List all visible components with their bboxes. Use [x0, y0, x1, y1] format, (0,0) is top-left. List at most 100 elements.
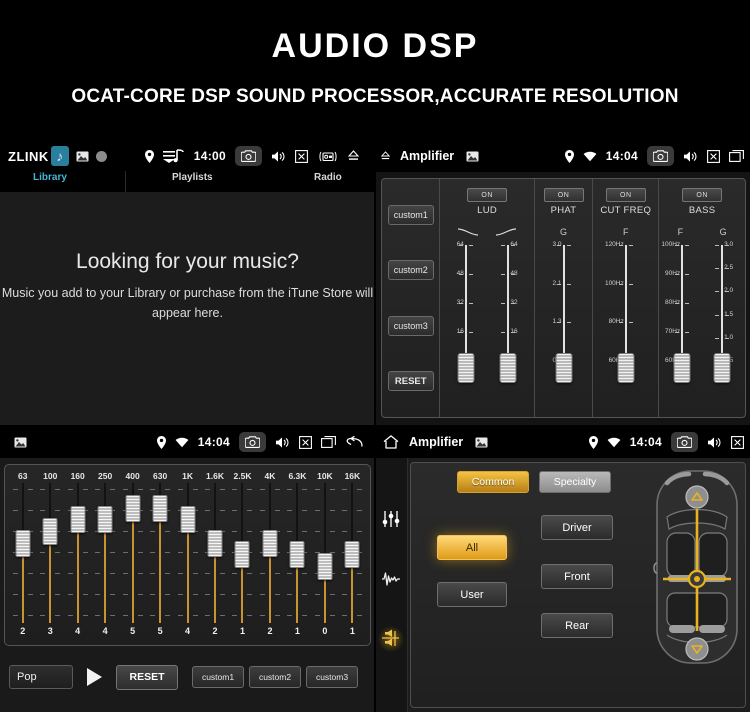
eq-custom2-button[interactable]: custom2 [249, 666, 301, 688]
balance-speaker-icon[interactable] [378, 626, 404, 652]
eject-icon[interactable] [381, 150, 390, 162]
eq-band-lane[interactable] [339, 483, 366, 623]
eq-band-knob[interactable] [97, 506, 113, 534]
eq-band-column[interactable]: 4K 2 [256, 469, 283, 645]
eq-band-knob[interactable] [289, 541, 305, 569]
volume-icon[interactable] [707, 436, 722, 449]
mode-all-button[interactable]: All [437, 535, 507, 560]
eq-preset-select[interactable]: Pop [9, 665, 73, 689]
zone-driver-button[interactable]: Driver [541, 515, 613, 540]
back-icon[interactable] [345, 436, 363, 448]
eq-band-column[interactable]: 1.6K 2 [201, 469, 228, 645]
car-fader-diagram[interactable] [653, 467, 741, 667]
eq-band-knob[interactable] [317, 553, 333, 581]
eq-band-knob[interactable] [152, 494, 168, 522]
camera-icon[interactable] [239, 432, 266, 452]
bass-on-button[interactable]: ON [682, 188, 723, 202]
preset-custom1[interactable]: custom1 [387, 204, 434, 225]
eq-band-lane[interactable] [36, 483, 63, 623]
eq-band-column[interactable]: 10K 0 [311, 469, 338, 645]
tab-radio[interactable]: Radio [314, 172, 342, 183]
eq-band-column[interactable]: 630 5 [146, 469, 173, 645]
tab-library[interactable]: Library [33, 172, 67, 183]
eq-band-knob[interactable] [234, 541, 250, 569]
image-icon[interactable] [14, 437, 27, 448]
eq-band-lane[interactable] [229, 483, 256, 623]
lud-slider-1[interactable]: 644832160 [449, 241, 483, 387]
phat-on-button[interactable]: ON [543, 188, 584, 202]
volume-icon[interactable] [275, 436, 290, 449]
tab-common[interactable]: Common [457, 471, 529, 493]
eq-band-knob[interactable] [42, 518, 58, 546]
close-box-icon[interactable] [299, 435, 312, 449]
slider-knob[interactable] [617, 353, 635, 383]
eq-band-knob[interactable] [262, 529, 278, 557]
zlink-logo[interactable]: ZLINK ♪ [8, 146, 69, 166]
recents-icon[interactable] [729, 150, 744, 162]
equalizer-sliders-icon[interactable] [378, 506, 404, 532]
cutfreq-on-button[interactable]: ON [605, 188, 646, 202]
camera-icon[interactable] [647, 146, 674, 166]
eq-band-column[interactable]: 400 5 [119, 469, 146, 645]
eq-band-lane[interactable] [256, 483, 283, 623]
eq-band-lane[interactable] [64, 483, 91, 623]
camera-icon[interactable] [671, 432, 698, 452]
slider-knob[interactable] [457, 353, 475, 383]
equalizer-reset-button[interactable]: RESET [116, 664, 178, 690]
eq-band-lane[interactable] [174, 483, 201, 623]
tab-specialty[interactable]: Specialty [539, 471, 611, 493]
slider-knob[interactable] [499, 353, 517, 383]
play-icon[interactable] [87, 668, 102, 686]
bass-slider-2[interactable]: 3.02.52.01.51.00.5 [705, 241, 739, 387]
close-box-icon[interactable] [731, 435, 744, 449]
mode-user-button[interactable]: User [437, 582, 507, 607]
eq-band-column[interactable]: 2.5K 1 [229, 469, 256, 645]
eq-band-lane[interactable] [146, 483, 173, 623]
eq-band-knob[interactable] [207, 529, 223, 557]
eq-band-knob[interactable] [344, 541, 360, 569]
eq-band-lane[interactable] [91, 483, 118, 623]
record-dot-icon[interactable] [95, 150, 107, 162]
cutfreq-slider-1[interactable]: 120Hz 100Hz 80Hz 60Hz [605, 241, 643, 387]
eq-band-knob[interactable] [180, 506, 196, 534]
slider-knob[interactable] [673, 353, 691, 383]
image-icon[interactable] [466, 151, 479, 162]
eject-icon[interactable] [347, 150, 359, 162]
recents-icon[interactable] [321, 436, 336, 448]
eq-band-column[interactable]: 160 4 [64, 469, 91, 645]
home-icon[interactable] [383, 435, 399, 449]
eq-band-lane[interactable] [201, 483, 228, 623]
eq-band-knob[interactable] [15, 529, 31, 557]
eq-band-lane[interactable] [284, 483, 311, 623]
preset-custom3[interactable]: custom3 [387, 315, 434, 336]
eq-band-column[interactable]: 16K 1 [339, 469, 366, 645]
waveform-icon[interactable] [378, 566, 404, 592]
close-box-icon[interactable] [707, 149, 720, 163]
eq-band-lane[interactable] [311, 483, 338, 623]
eq-band-column[interactable]: 63 2 [9, 469, 36, 645]
slider-knob[interactable] [555, 353, 572, 383]
eq-band-column[interactable]: 250 4 [91, 469, 118, 645]
image-icon[interactable] [475, 437, 488, 448]
eq-band-knob[interactable] [70, 506, 86, 534]
bass-slider-1[interactable]: 100Hz 90Hz 80Hz 70Hz 60Hz [661, 241, 699, 387]
eq-band-column[interactable]: 6.3K 1 [284, 469, 311, 645]
volume-icon[interactable] [271, 150, 286, 163]
image-icon[interactable] [76, 151, 89, 162]
eq-band-column[interactable]: 1K 4 [174, 469, 201, 645]
eq-band-column[interactable]: 100 3 [36, 469, 63, 645]
eq-custom3-button[interactable]: custom3 [306, 666, 358, 688]
eq-custom1-button[interactable]: custom1 [192, 666, 244, 688]
zone-rear-button[interactable]: Rear [541, 613, 613, 638]
eq-band-lane[interactable] [9, 483, 36, 623]
volume-icon[interactable] [683, 150, 698, 163]
zone-front-button[interactable]: Front [541, 564, 613, 589]
tab-playlists[interactable]: Playlists [172, 172, 213, 183]
camera-icon[interactable] [234, 146, 262, 166]
preset-custom2[interactable]: custom2 [387, 260, 434, 281]
eq-band-lane[interactable] [119, 483, 146, 623]
lud-slider-2[interactable]: 644832160 [491, 241, 525, 387]
phat-slider-1[interactable]: 3.02.11.30.5 [547, 241, 581, 387]
amplifier-reset-button[interactable]: RESET [387, 371, 434, 392]
lud-on-button[interactable]: ON [467, 188, 508, 202]
